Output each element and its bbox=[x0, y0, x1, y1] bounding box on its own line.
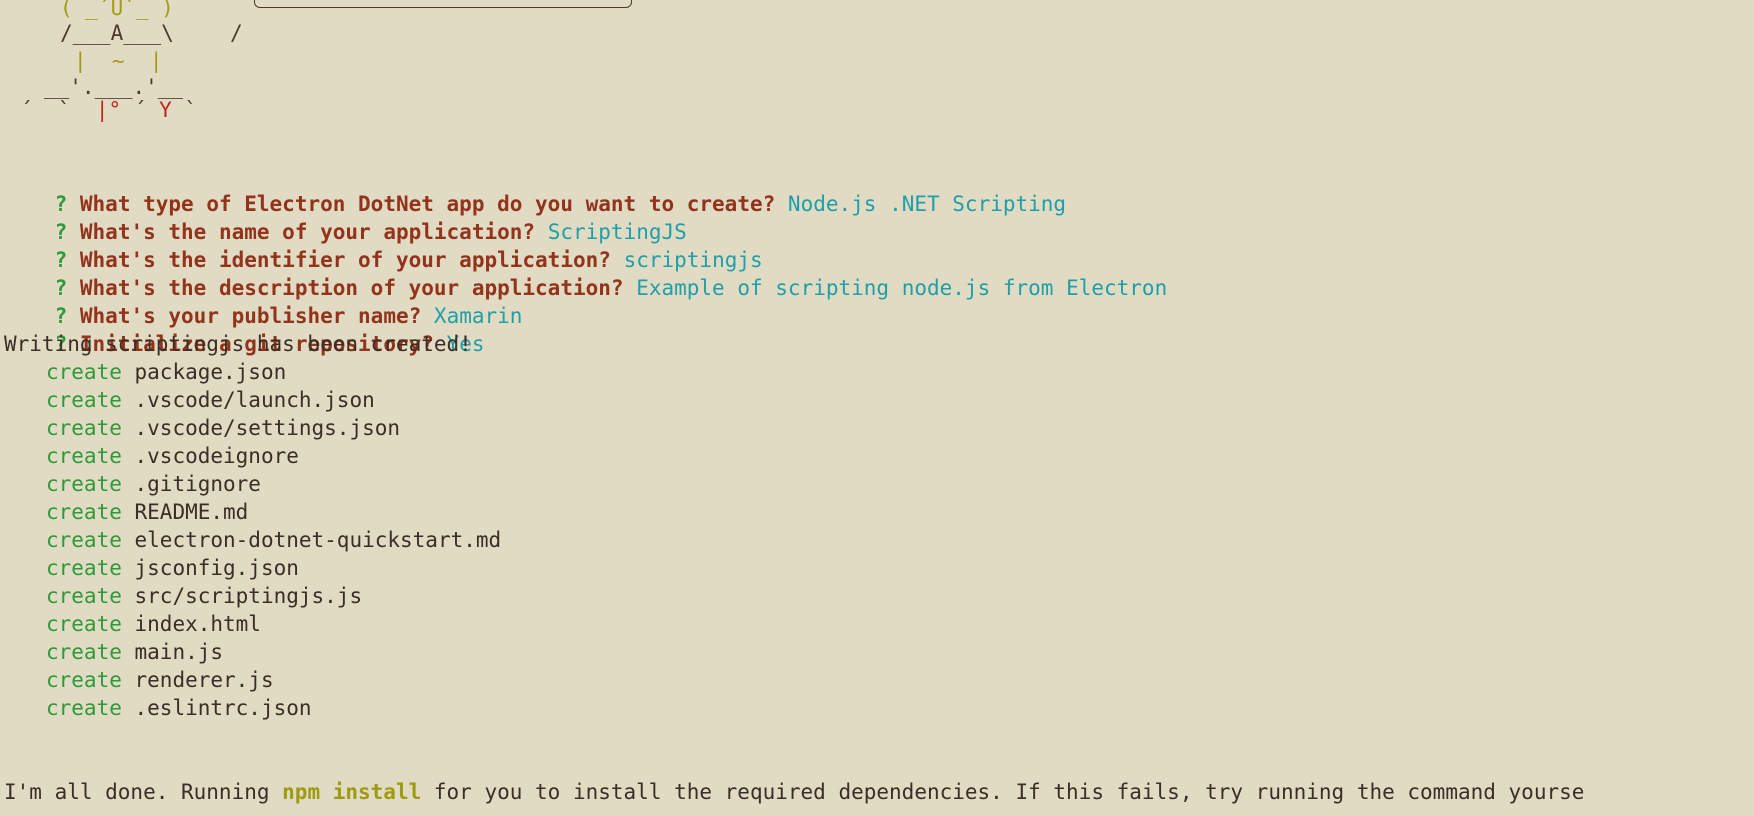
ascii-art-row5-a: ´ ` bbox=[20, 98, 96, 122]
create-label: create bbox=[46, 528, 122, 552]
create-label: create bbox=[46, 668, 122, 692]
created-file: .gitignore bbox=[134, 472, 261, 496]
created-file: renderer.js bbox=[134, 668, 274, 692]
created-file: jsconfig.json bbox=[134, 556, 299, 580]
create-label: create bbox=[46, 640, 122, 664]
created-file: main.js bbox=[134, 640, 224, 664]
create-label: create bbox=[46, 360, 122, 384]
created-file: .eslintrc.json bbox=[134, 696, 312, 720]
prompt-line: ? What's your publisher name? Xamarin bbox=[4, 274, 523, 328]
create-label: create bbox=[46, 556, 122, 580]
create-label: create bbox=[46, 388, 122, 412]
create-line: create .gitignore bbox=[46, 470, 261, 498]
created-file: .vscodeignore bbox=[134, 444, 299, 468]
prompt-line: ? Initialize a git repository? Yes bbox=[4, 302, 485, 356]
speech-bubble bbox=[254, 0, 632, 8]
ascii-art-row5-b: |° bbox=[95, 98, 122, 122]
create-line: create package.json bbox=[46, 358, 286, 386]
ascii-art-row3: | ~ | bbox=[74, 49, 163, 73]
created-file: .vscode/settings.json bbox=[134, 416, 401, 440]
prompt-line: ? What's the name of your application? S… bbox=[4, 190, 687, 244]
create-line: create jsconfig.json bbox=[46, 554, 299, 582]
prompt-answer: Node.js .NET Scripting bbox=[787, 192, 1067, 216]
final-message-after: for you to install the required dependen… bbox=[421, 780, 1585, 804]
create-line: create .vscode/settings.json bbox=[46, 414, 400, 442]
ascii-art-row5-d: ` bbox=[171, 98, 198, 122]
ascii-art-row5: ´ ` |° ´ Y ` bbox=[20, 96, 197, 124]
create-label: create bbox=[46, 612, 122, 636]
created-file: src/scriptingjs.js bbox=[134, 584, 363, 608]
create-label: create bbox=[46, 500, 122, 524]
create-line: create electron-dotnet-quickstart.md bbox=[46, 526, 501, 554]
ascii-art-speech-tail: / bbox=[230, 21, 243, 45]
final-message-before: I'm all done. Running bbox=[4, 780, 283, 804]
terminal-window: ( _´U`_ ) /___A___\ / | ~ | __'.___.'__ … bbox=[0, 0, 1754, 816]
create-line: create .vscode/launch.json bbox=[46, 386, 375, 414]
final-message-line: I'm all done. Running npm install for yo… bbox=[4, 778, 1584, 806]
create-label: create bbox=[46, 472, 122, 496]
create-line: create index.html bbox=[46, 610, 261, 638]
create-line: create src/scriptingjs.js bbox=[46, 582, 362, 610]
create-label: create bbox=[46, 584, 122, 608]
prompt-line: ? What's the identifier of your applicat… bbox=[4, 218, 763, 272]
writing-status-line: Writing scriptingjs has been created! bbox=[4, 332, 472, 356]
ascii-art-row5-c: ´ bbox=[121, 98, 160, 122]
prompt-line: ? What's the description of your applica… bbox=[4, 246, 1168, 300]
created-file: README.md bbox=[134, 500, 249, 524]
create-line: create README.md bbox=[46, 498, 248, 526]
create-line: create main.js bbox=[46, 638, 223, 666]
create-line: create .eslintrc.json bbox=[46, 694, 312, 722]
create-line: create .vscodeignore bbox=[46, 442, 299, 470]
create-label: create bbox=[46, 416, 122, 440]
create-label: create bbox=[46, 444, 122, 468]
created-file: .vscode/launch.json bbox=[134, 388, 375, 412]
create-line: create renderer.js bbox=[46, 666, 274, 694]
prompt-line: ? What type of Electron DotNet app do yo… bbox=[4, 162, 1067, 216]
ascii-art-row2: /___A___\ bbox=[60, 21, 174, 45]
created-file: package.json bbox=[134, 360, 287, 384]
ascii-art-row5-y: Y bbox=[159, 98, 172, 122]
npm-install-command: npm install bbox=[282, 780, 422, 804]
prompt-answer: Example of scripting node.js from Electr… bbox=[636, 276, 1168, 300]
create-label: create bbox=[46, 696, 122, 720]
created-file: electron-dotnet-quickstart.md bbox=[134, 528, 502, 552]
created-file: index.html bbox=[134, 612, 261, 636]
